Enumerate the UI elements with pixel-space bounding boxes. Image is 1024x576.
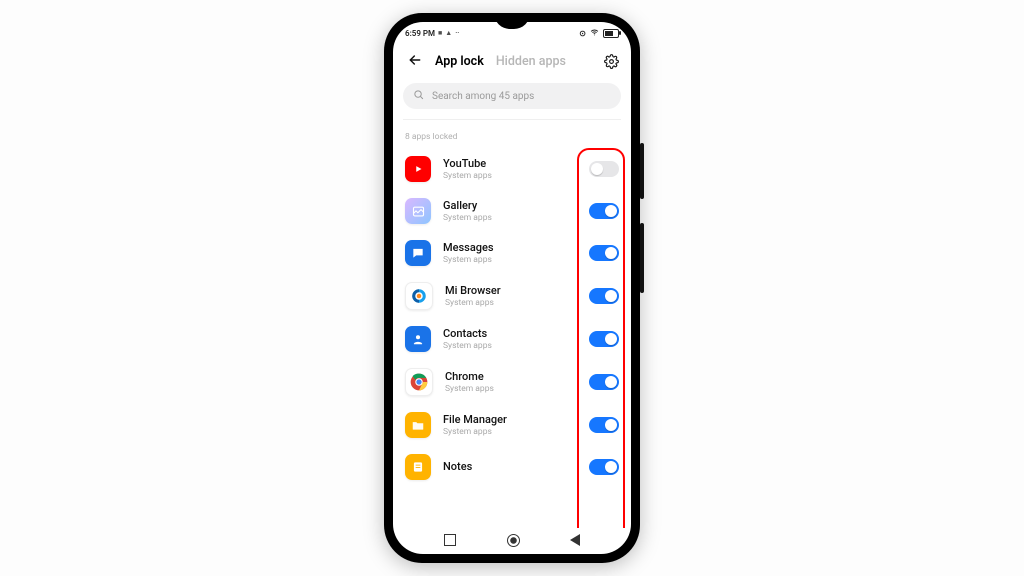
messages-icon xyxy=(405,240,431,266)
wifi-icon xyxy=(590,28,599,39)
tab-hidden-apps[interactable]: Hidden apps xyxy=(496,54,566,69)
lock-toggle[interactable] xyxy=(589,374,619,390)
list-item: YouTube System apps xyxy=(393,148,631,190)
videocam-icon: ■ xyxy=(438,29,442,37)
lock-toggle[interactable] xyxy=(589,459,619,475)
app-subtitle: System apps xyxy=(443,341,492,351)
phone-frame: 6:59 PM ■ ▲ ·· ⊙ xyxy=(384,13,640,563)
search-placeholder: Search among 45 apps xyxy=(432,91,534,102)
battery-icon xyxy=(603,29,619,38)
lock-toggle[interactable] xyxy=(589,331,619,347)
notes-icon xyxy=(405,454,431,480)
nav-home-button[interactable] xyxy=(507,534,520,547)
list-item: File Manager System apps xyxy=(393,404,631,446)
status-time: 6:59 PM xyxy=(405,29,435,38)
lock-toggle[interactable] xyxy=(589,203,619,219)
list-item: Chrome System apps xyxy=(393,360,631,404)
app-name: Contacts xyxy=(443,327,492,340)
cloud-icon: ▲ xyxy=(445,29,452,37)
mi-browser-icon xyxy=(405,282,433,310)
app-name: Chrome xyxy=(445,370,494,383)
app-subtitle: System apps xyxy=(445,298,501,308)
phone-screen: 6:59 PM ■ ▲ ·· ⊙ xyxy=(393,22,631,554)
divider xyxy=(403,119,621,120)
youtube-icon xyxy=(405,156,431,182)
nav-back-button[interactable] xyxy=(570,534,580,546)
list-item: Messages System apps xyxy=(393,232,631,274)
app-name: File Manager xyxy=(443,413,507,426)
android-nav-bar xyxy=(393,528,631,554)
tab-app-lock[interactable]: App lock xyxy=(435,54,484,69)
more-icon: ·· xyxy=(455,29,459,37)
list-item: Contacts System apps xyxy=(393,318,631,360)
app-name: Notes xyxy=(443,460,472,473)
chrome-icon xyxy=(405,368,433,396)
list-item: Mi Browser System apps xyxy=(393,274,631,318)
app-name: YouTube xyxy=(443,157,492,170)
search-input[interactable]: Search among 45 apps xyxy=(403,83,621,109)
app-subtitle: System apps xyxy=(443,213,492,223)
gallery-icon xyxy=(405,198,431,224)
lock-toggle[interactable] xyxy=(589,288,619,304)
lock-toggle[interactable] xyxy=(589,417,619,433)
app-name: Messages xyxy=(443,241,494,254)
app-subtitle: System apps xyxy=(443,427,507,437)
lock-toggle[interactable] xyxy=(589,161,619,177)
file-manager-icon xyxy=(405,412,431,438)
app-list: YouTube System apps Gallery System apps xyxy=(393,148,631,528)
page-header: App lock Hidden apps xyxy=(393,44,631,77)
lock-toggle[interactable] xyxy=(589,245,619,261)
back-button[interactable] xyxy=(405,50,425,73)
camera-indicator-icon: ⊙ xyxy=(579,29,586,38)
app-subtitle: System apps xyxy=(445,384,494,394)
app-subtitle: System apps xyxy=(443,171,492,181)
app-name: Gallery xyxy=(443,199,492,212)
search-icon xyxy=(413,89,424,103)
list-item: Gallery System apps xyxy=(393,190,631,232)
settings-button[interactable] xyxy=(604,54,619,69)
app-subtitle: System apps xyxy=(443,255,494,265)
nav-recents-button[interactable] xyxy=(444,534,456,546)
list-item: Notes xyxy=(393,446,631,482)
locked-count-caption: 8 apps locked xyxy=(393,126,631,148)
contacts-icon xyxy=(405,326,431,352)
app-name: Mi Browser xyxy=(445,284,501,297)
